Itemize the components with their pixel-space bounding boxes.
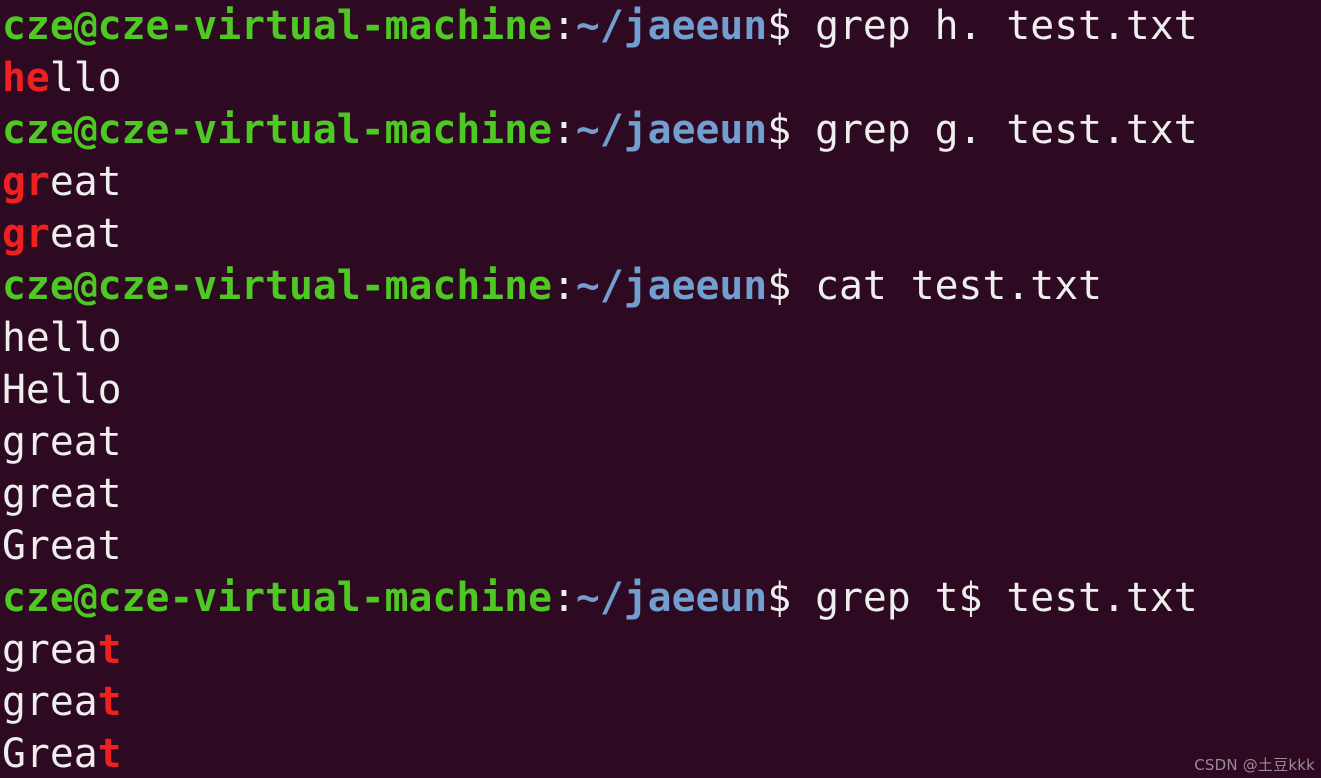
- prompt-user-host: cze@cze-virtual-machine: [2, 263, 552, 309]
- grep-match-highlight: gr: [2, 211, 50, 257]
- terminal-prompt-line: cze@cze-virtual-machine:~/jaeeun$ grep h…: [0, 0, 1321, 52]
- grep-match-highlight: gr: [2, 159, 50, 205]
- output-text: great: [2, 471, 122, 517]
- terminal-prompt-line: cze@cze-virtual-machine:~/jaeeun$ grep g…: [0, 104, 1321, 156]
- terminal-match-line: great: [0, 156, 1321, 208]
- prompt-symbol: $: [767, 107, 792, 153]
- terminal-window[interactable]: cze@cze-virtual-machine:~/jaeeun$ grep h…: [0, 0, 1321, 778]
- terminal-command: grep t$ test.txt: [791, 575, 1198, 621]
- terminal-match-line: hello: [0, 52, 1321, 104]
- grep-match-highlight: t: [97, 627, 122, 673]
- terminal-prompt-line: cze@cze-virtual-machine:~/jaeeun$ cat te…: [0, 260, 1321, 312]
- output-text: Hello: [2, 367, 122, 413]
- terminal-output-area[interactable]: cze@cze-virtual-machine:~/jaeeun$ grep h…: [0, 0, 1321, 778]
- terminal-output-line: Great: [0, 520, 1321, 572]
- terminal-output-line: great: [0, 468, 1321, 520]
- prompt-user-host: cze@cze-virtual-machine: [2, 575, 552, 621]
- terminal-command: cat test.txt: [791, 263, 1103, 309]
- prompt-path: ~/jaeeun: [575, 575, 768, 621]
- grep-match-remainder: grea: [2, 679, 98, 725]
- terminal-match-line: great: [0, 208, 1321, 260]
- prompt-separator: :: [552, 263, 576, 309]
- prompt-user-host: cze@cze-virtual-machine: [2, 107, 552, 153]
- terminal-output-line: great: [0, 416, 1321, 468]
- prompt-path: ~/jaeeun: [575, 107, 768, 153]
- grep-match-highlight: t: [97, 679, 122, 725]
- grep-match-remainder: eat: [49, 211, 122, 257]
- prompt-symbol: $: [767, 3, 792, 49]
- grep-match-highlight: t: [97, 731, 122, 777]
- terminal-command: grep h. test.txt: [791, 3, 1198, 49]
- terminal-prompt-line: cze@cze-virtual-machine:~/jaeeun$ grep t…: [0, 572, 1321, 624]
- output-text: great: [2, 419, 122, 465]
- terminal-command: grep g. test.txt: [791, 107, 1198, 153]
- prompt-path: ~/jaeeun: [575, 263, 768, 309]
- prompt-separator: :: [552, 107, 576, 153]
- terminal-output-line: Hello: [0, 364, 1321, 416]
- terminal-match-line: great: [0, 676, 1321, 728]
- grep-match-remainder: Grea: [2, 731, 98, 777]
- prompt-user-host: cze@cze-virtual-machine: [2, 3, 552, 49]
- terminal-output-line: hello: [0, 312, 1321, 364]
- prompt-separator: :: [552, 575, 576, 621]
- grep-match-remainder: eat: [49, 159, 122, 205]
- grep-match-highlight: he: [2, 55, 50, 101]
- prompt-separator: :: [552, 3, 576, 49]
- output-text: Great: [2, 523, 122, 569]
- output-text: hello: [2, 315, 122, 361]
- grep-match-remainder: llo: [49, 55, 122, 101]
- prompt-path: ~/jaeeun: [575, 3, 768, 49]
- prompt-symbol: $: [767, 575, 792, 621]
- terminal-match-line: Great: [0, 728, 1321, 778]
- grep-match-remainder: grea: [2, 627, 98, 673]
- prompt-symbol: $: [767, 263, 792, 309]
- terminal-match-line: great: [0, 624, 1321, 676]
